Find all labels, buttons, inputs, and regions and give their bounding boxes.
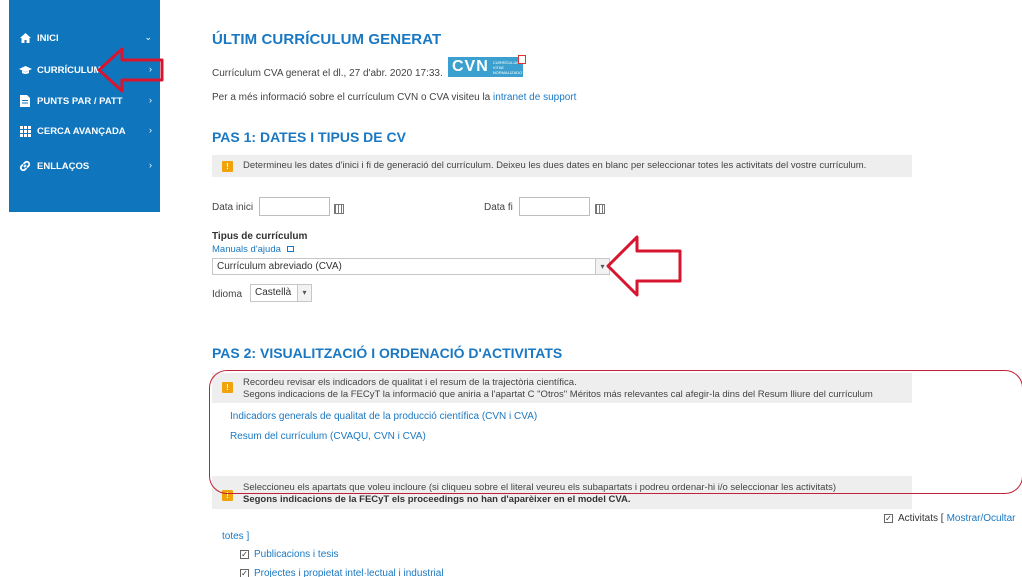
red-highlight-oval xyxy=(209,370,1022,494)
checkbox[interactable]: ✓ xyxy=(240,569,249,577)
step2-title: PAS 2: VISUALITZACIÓ I ORDENACIÓ D'ACTIV… xyxy=(212,345,563,361)
link-icon xyxy=(18,159,32,173)
section-checkbox-projects[interactable]: ✓ Projectes i propietat intel·lectual i … xyxy=(240,568,444,577)
end-date-input[interactable] xyxy=(519,197,590,216)
step1-notice-text: Determineu les dates d'inici i fi de gen… xyxy=(243,160,867,171)
start-date-label: Data inici xyxy=(212,202,254,213)
chevron-down-icon: ⌄ xyxy=(144,32,152,42)
chevron-right-icon: › xyxy=(149,160,152,170)
start-date-input[interactable] xyxy=(259,197,330,216)
sidebar-item-label: INICI xyxy=(37,32,59,44)
totes-link[interactable]: totes ] xyxy=(222,531,249,542)
page-title: ÚLTIM CURRÍCULUM GENERAT xyxy=(212,31,442,48)
sidebar-item-label: CURRÍCULUM xyxy=(37,64,102,76)
sidebar-item-label: PUNTS PAR / PATT xyxy=(37,95,123,107)
calendar-icon[interactable] xyxy=(595,204,605,214)
step1-notice: ! Determineu les dates d'inici i fi de g… xyxy=(212,155,912,177)
red-arrow-annotation-left xyxy=(97,47,164,93)
language-value: Castellà xyxy=(255,287,292,298)
cv-type-value: Currículum abreviado (CVA) xyxy=(217,261,342,272)
checkbox[interactable]: ✓ xyxy=(240,550,249,559)
home-icon xyxy=(18,31,32,45)
show-hide-link[interactable]: Mostrar/Ocultar xyxy=(947,513,1016,524)
cv-type-select[interactable]: Currículum abreviado (CVA) ▾ xyxy=(212,258,610,275)
chevron-right-icon: › xyxy=(149,95,152,105)
sidebar-item-cerca-avancada[interactable]: CERCA AVANÇADA › xyxy=(9,117,160,145)
section-label: Projectes i propietat intel·lectual i in… xyxy=(254,568,444,577)
pdf-icon xyxy=(518,55,526,64)
cvn-badge-text: CVN xyxy=(452,58,489,75)
intranet-support-link[interactable]: intranet de support xyxy=(493,92,576,103)
sidebar-nav: INICI ⌄ CURRÍCULUM › PUNTS PAR / PATT › … xyxy=(9,0,160,212)
red-arrow-annotation-right xyxy=(606,235,682,297)
activities-toggle: ✓ Activitats [ Mostrar/Ocultar xyxy=(884,513,1015,524)
cv-type-label: Tipus de currículum xyxy=(212,231,308,242)
sidebar-item-label: ENLLAÇOS xyxy=(37,160,90,172)
grid-icon xyxy=(18,124,32,138)
sidebar-item-enllacos[interactable]: ENLLAÇOS › xyxy=(9,152,160,180)
chevron-right-icon: › xyxy=(149,125,152,135)
step1-title: PAS 1: DATES I TIPUS DE CV xyxy=(212,129,406,145)
help-manuals-link[interactable]: Manuals d'ajuda xyxy=(212,244,281,255)
sidebar-item-label: CERCA AVANÇADA xyxy=(37,125,126,137)
calendar-icon[interactable] xyxy=(334,204,344,214)
selection-notice-line2: Segons indicacions de la FECyT els proce… xyxy=(243,494,631,505)
generated-info-text: Currículum CVA generat el dl., 27 d'abr.… xyxy=(212,68,443,79)
document-icon xyxy=(18,94,32,108)
end-date-label: Data fi xyxy=(484,202,513,213)
language-label: Idioma xyxy=(212,289,243,300)
language-select[interactable]: Castellà ▾ xyxy=(250,284,312,302)
section-checkbox-publications[interactable]: ✓ Publicacions i tesis xyxy=(240,549,338,560)
cvn-download-badge[interactable]: CVN CURRÍCULUM VITAE NORMALIZADO xyxy=(448,55,526,77)
chevron-down-icon: ▾ xyxy=(297,285,311,301)
activities-label: Activitats [ xyxy=(898,513,944,524)
warning-icon: ! xyxy=(222,161,233,172)
info-prefix: Per a més informació sobre el currículum… xyxy=(212,92,491,103)
section-label: Publicacions i tesis xyxy=(254,549,339,560)
external-link-icon xyxy=(287,246,294,252)
checkbox[interactable]: ✓ xyxy=(884,514,893,523)
graduation-cap-icon xyxy=(18,63,32,77)
info-text: Per a més informació sobre el currículum… xyxy=(212,92,576,103)
